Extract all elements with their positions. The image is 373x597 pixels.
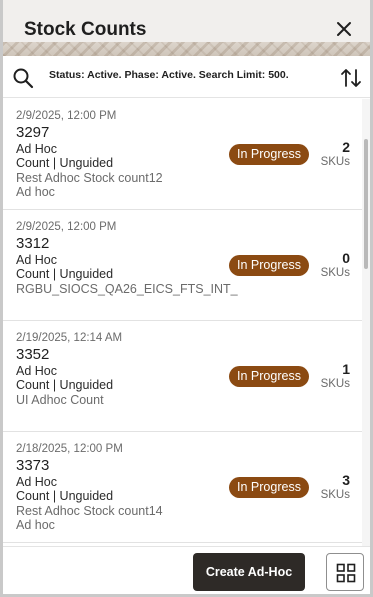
sku-label: SKUs bbox=[320, 489, 350, 501]
count-mode: Count | Unguided bbox=[16, 378, 114, 392]
count-mode: Count | Unguided bbox=[16, 156, 114, 170]
status-badge: In Progress bbox=[229, 366, 309, 387]
list-scrollbar[interactable] bbox=[362, 99, 370, 546]
sku-count: 3 bbox=[342, 472, 350, 488]
count-type: Ad Hoc bbox=[16, 142, 57, 156]
grid-icon bbox=[336, 563, 356, 583]
count-type: Ad Hoc bbox=[16, 253, 57, 267]
count-mode: Count | Unguided bbox=[16, 267, 114, 281]
header-bar: Stock Counts bbox=[3, 0, 370, 56]
count-subtype: Ad hoc bbox=[16, 185, 55, 199]
header-decorative-pattern bbox=[3, 42, 370, 56]
count-type: Ad Hoc bbox=[16, 364, 57, 378]
count-id: 3373 bbox=[16, 457, 50, 474]
count-description: Rest Adhoc Stock count12 bbox=[16, 171, 163, 185]
count-description: UI Adhoc Count bbox=[16, 393, 104, 407]
status-badge: In Progress bbox=[229, 144, 309, 165]
sort-button[interactable] bbox=[340, 66, 362, 90]
count-date: 2/19/2025, 12:14 AM bbox=[16, 332, 123, 344]
close-icon bbox=[337, 22, 351, 36]
count-date: 2/9/2025, 12:00 PM bbox=[16, 221, 117, 233]
count-date: 2/9/2025, 12:00 PM bbox=[16, 110, 117, 122]
search-icon bbox=[13, 68, 34, 89]
footer-bar: Create Ad-Hoc bbox=[3, 546, 370, 594]
count-id: 3312 bbox=[16, 235, 50, 252]
stock-count-card[interactable]: 2/9/2025, 12:00 PM 3312 Ad Hoc Count | U… bbox=[3, 210, 362, 321]
search-button[interactable] bbox=[12, 67, 34, 89]
filter-bar: Status: Active. Phase: Active. Search Li… bbox=[3, 56, 370, 98]
sku-label: SKUs bbox=[320, 267, 350, 279]
scrollbar-thumb[interactable] bbox=[364, 139, 368, 269]
count-subtype: Ad hoc bbox=[16, 518, 55, 532]
count-description: Rest Adhoc Stock count14 bbox=[16, 504, 163, 518]
count-date: 2/18/2025, 12:00 PM bbox=[16, 443, 123, 455]
status-badge: In Progress bbox=[229, 477, 309, 498]
count-id: 3297 bbox=[16, 124, 50, 141]
sku-label: SKUs bbox=[320, 378, 350, 390]
count-type: Ad Hoc bbox=[16, 475, 57, 489]
stock-count-card[interactable]: 2/18/2025, 12:00 PM 3373 Ad Hoc Count | … bbox=[3, 432, 362, 543]
sku-count: 2 bbox=[342, 139, 350, 155]
grid-view-button[interactable] bbox=[326, 553, 364, 591]
create-ad-hoc-button[interactable]: Create Ad-Hoc bbox=[193, 553, 305, 591]
sku-label: SKUs bbox=[320, 156, 350, 168]
filter-summary[interactable]: Status: Active. Phase: Active. Search Li… bbox=[49, 69, 289, 81]
close-button[interactable] bbox=[332, 17, 356, 41]
sku-count: 0 bbox=[342, 250, 350, 266]
status-badge: In Progress bbox=[229, 255, 309, 276]
sku-count: 1 bbox=[342, 361, 350, 377]
count-description: RGBU_SIOCS_QA26_EICS_FTS_INT_ bbox=[16, 282, 238, 296]
stock-count-list[interactable]: 2/9/2025, 12:00 PM 3297 Ad Hoc Count | U… bbox=[3, 99, 362, 546]
stock-count-card[interactable]: 2/9/2025, 12:00 PM 3297 Ad Hoc Count | U… bbox=[3, 99, 362, 210]
count-mode: Count | Unguided bbox=[16, 489, 114, 503]
sort-icon bbox=[341, 69, 361, 87]
stock-count-card[interactable]: 2/19/2025, 12:14 AM 3352 Ad Hoc Count | … bbox=[3, 321, 362, 432]
page-title: Stock Counts bbox=[24, 19, 147, 40]
count-id: 3352 bbox=[16, 346, 50, 363]
